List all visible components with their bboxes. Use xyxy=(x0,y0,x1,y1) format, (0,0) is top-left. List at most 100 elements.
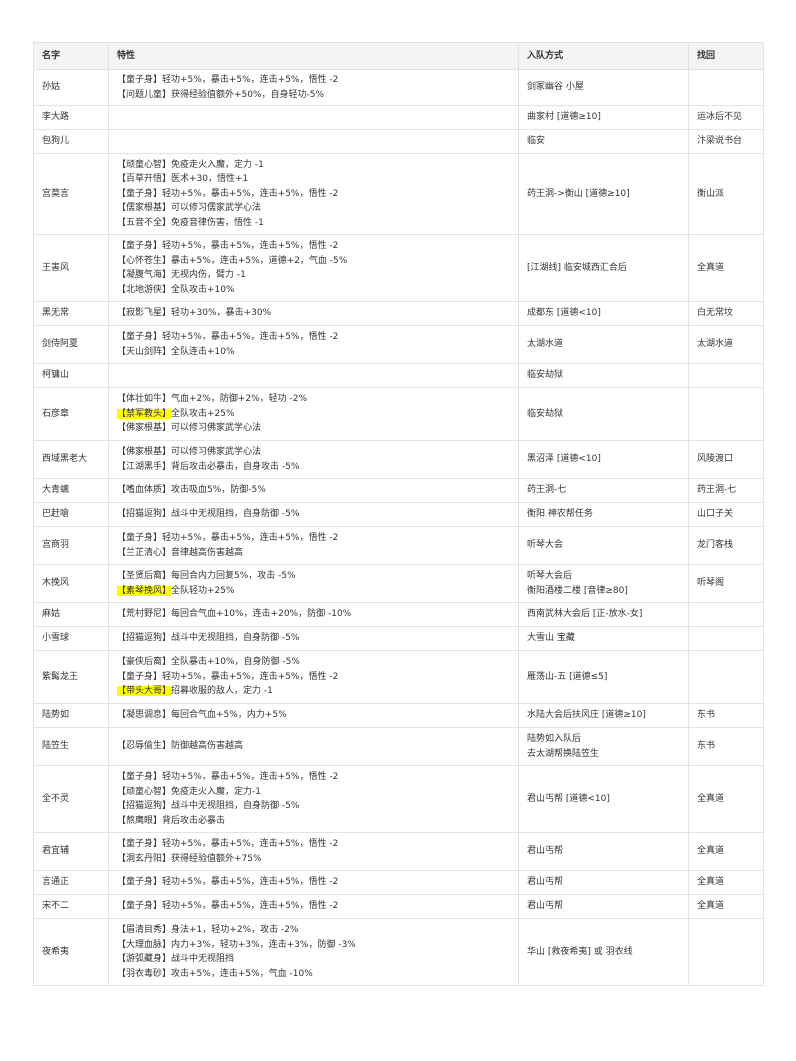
traits-cell: 【佛家根基】可以修习佛家武学心法 【江湖黑手】背后攻击必暴击，自身攻击 -5% xyxy=(108,440,519,479)
trait-tag: 【童子身】 xyxy=(117,877,163,888)
join-method-cell: 临安劫狱 xyxy=(518,387,689,441)
join-method-line: 去太湖帮换陆笠生 xyxy=(527,748,600,759)
trait-tag: 【顽童心智】 xyxy=(117,159,172,170)
trait-text: 轻功+30%，暴击+30% xyxy=(171,308,272,319)
join-method-cell: 成都东 [道德<10] xyxy=(518,301,689,326)
recover-location xyxy=(688,387,764,441)
character-name: 李大路 xyxy=(33,105,109,130)
table-row: 紫髯龙王 【豪侠后裔】全队暴击+10%，自身防御 -5% 【童子身】轻功+5%，暴击… xyxy=(33,650,764,704)
trait-tag: 【佛家根基】 xyxy=(117,447,172,457)
character-name: 宫莫言 xyxy=(33,153,109,235)
join-method-cell: 临安 xyxy=(518,129,689,154)
join-method-cell: 衡阳 神农帮任务 xyxy=(518,502,689,527)
trait-tag: 【嗜血体质】 xyxy=(117,485,172,496)
trait-line: 【羽衣毒砂】攻击+5%，连击+5%，气血 -10% xyxy=(117,967,510,982)
table-row: 陆笠生 【忍辱偷生】防御越高伤害越高 陆势如入队后 去太湖帮换陆笠生 东书 xyxy=(33,727,764,766)
character-name: 夜希夷 xyxy=(33,918,109,986)
trait-tag: 【问题儿童】 xyxy=(117,89,172,100)
table-row: 言通正 【童子身】轻功+5%，暴击+5%，连击+5%，悟性 -2 君山丐帮 全真道 xyxy=(33,870,764,895)
trait-tag: 【童子身】 xyxy=(117,901,163,912)
join-method-cell: 君山丐帮 [道德<10] xyxy=(518,765,689,833)
traits-cell: 【童子身】轻功+5%，暴击+5%，连击+5%，悟性 -2 【心怀苍生】暴击+5%，… xyxy=(108,234,519,302)
trait-text: 防御越高伤害越高 xyxy=(171,741,244,752)
trait-text: 攻击吸血5%，防御-5% xyxy=(171,485,266,496)
trait-tag: 【招猫逗狗】 xyxy=(117,633,172,644)
join-method-line: 雁荡山-五 [道德≤5] xyxy=(527,671,608,682)
traits-cell: 【招猫逗狗】战斗中无视阻挡，自身防御 -5% xyxy=(108,502,519,527)
trait-line: 【童子身】轻功+5%，暴击+5%，连击+5%，悟性 -2 xyxy=(117,187,510,202)
character-name: 紫髯龙王 xyxy=(33,650,109,704)
trait-line: 【童子身】轻功+5%，暴击+5%，连击+5%，悟性 -2 xyxy=(117,73,510,88)
traits-cell: 【豪侠后裔】全队暴击+10%，自身防御 -5% 【童子身】轻功+5%，暴击+5%，… xyxy=(108,650,519,704)
join-method-cell: 药王洞->衡山 [道德≥10] xyxy=(518,153,689,235)
traits-cell: 【童子身】轻功+5%，暴击+5%，连击+5%，悟性 -2 【洞玄丹阳】获得经验值额… xyxy=(108,832,519,871)
table-row: 黑无常 【寂影飞星】轻功+30%，暴击+30% 成都东 [道德<10] 白无常坟 xyxy=(33,301,764,326)
trait-line: 【素琴挽风】全队轻功+25% xyxy=(117,584,510,599)
traits-cell: 【童子身】轻功+5%，暴击+5%，连击+5%，悟性 -2 【问题儿童】获得经验值额… xyxy=(108,69,519,106)
join-method-cell: 西南武林大会后 [正-放水-女] xyxy=(518,602,689,627)
trait-line: 【佛家根基】可以修习佛家武学心法 xyxy=(117,445,510,460)
trait-line: 【童子身】轻功+5%，暴击+5%，连击+5%，悟性 -2 xyxy=(117,770,510,785)
table-row: 大青螭 【嗜血体质】攻击吸血5%，防御-5% 药王洞-七 药王洞-七 xyxy=(33,478,764,503)
recover-location xyxy=(688,626,764,651)
trait-tag: 【招猫逗狗】 xyxy=(117,801,172,811)
trait-text: 背后攻击必暴击，自身攻击 -5% xyxy=(171,461,300,472)
join-method-line: 大雪山 宝藏 xyxy=(527,633,575,644)
trait-text: 轻功+5%，暴击+5%，连击+5%，悟性 -2 xyxy=(162,332,339,342)
join-method-cell: 黑沼泽 [道德<10] xyxy=(518,440,689,479)
character-name: 西域黑老大 xyxy=(33,440,109,479)
trait-text: 攻击+5%，连击+5%，气血 -10% xyxy=(171,968,313,979)
traits-cell: 【童子身】轻功+5%，暴击+5%，连击+5%，悟性 -2 xyxy=(108,870,519,895)
trait-text: 获得经验值额外+75% xyxy=(171,853,262,864)
traits-cell: 【凝思调息】每回合气血+5%，内力+5% xyxy=(108,703,519,728)
trait-tag: 【儒家根基】 xyxy=(117,203,172,214)
trait-line: 【眉清目秀】身法+1，轻功+2%，攻击 -2% xyxy=(117,923,510,938)
trait-line: 【百草开悟】医术+30，悟性+1 xyxy=(117,172,510,187)
join-method-line: 听琴大会 xyxy=(527,540,564,551)
join-method-line: 君山丐帮 xyxy=(527,877,564,888)
trait-text: 每回合气血+10%，连击+20%，防御 -10% xyxy=(171,609,352,620)
trait-tag: 【凝腹气海】 xyxy=(117,270,172,280)
table-row: 全不灵 【童子身】轻功+5%，暴击+5%，连击+5%，悟性 -2 【顽童心智】免疫走… xyxy=(33,765,764,833)
trait-line: 【童子身】轻功+5%，暴击+5%，连击+5%，悟性 -2 xyxy=(117,899,510,914)
recover-location xyxy=(688,363,764,388)
traits-cell: 【圣贤后裔】每回合内力回复5%，攻击 -5% 【素琴挽风】全队轻功+25% xyxy=(108,564,519,603)
trait-line: 【凝腹气海】无视内伤，臂力 -1 xyxy=(117,268,510,283)
trait-tag: 【洞玄丹阳】 xyxy=(117,853,172,864)
header-name: 名字 xyxy=(33,42,109,70)
traits-cell: 【嗜血体质】攻击吸血5%，防御-5% xyxy=(108,478,519,503)
recover-location xyxy=(688,650,764,704)
trait-line: 【熬鹰眼】背后攻击必暴击 xyxy=(117,814,510,829)
recover-location: 药王洞-七 xyxy=(688,478,764,503)
trait-text: 全队轻功+25% xyxy=(171,585,235,596)
trait-text: 轻功+5%，暴击+5%，连击+5%，悟性 -2 xyxy=(162,901,339,912)
character-name: 王害风 xyxy=(33,234,109,302)
trait-tag: 【童子身】 xyxy=(117,332,163,342)
trait-line: 【顽童心智】免疫走火入魔，定力 -1 xyxy=(117,158,510,173)
traits-cell: 【童子身】轻功+5%，暴击+5%，连击+5%，悟性 -2 【顽童心智】免疫走火入魔… xyxy=(108,765,519,833)
recover-location: 白无常坟 xyxy=(688,301,764,326)
trait-line: 【招猫逗狗】战斗中无视阻挡，自身防御 -5% xyxy=(117,507,510,522)
traits-cell: 【忍辱偷生】防御越高伤害越高 xyxy=(108,727,519,766)
table-row: 王害风 【童子身】轻功+5%，暴击+5%，连击+5%，悟性 -2 【心怀苍生】暴击+… xyxy=(33,234,764,302)
trait-line: 【童子身】轻功+5%，暴击+5%，连击+5%，悟性 -2 xyxy=(117,670,510,685)
trait-tag: 【童子身】 xyxy=(117,533,163,543)
join-method-cell: 曲家村 [道德≥10] xyxy=(518,105,689,130)
trait-tag: 【童子身】 xyxy=(117,75,163,85)
table-row: 宫商羽 【童子身】轻功+5%，暴击+5%，连击+5%，悟性 -2 【兰芷清心】音律越… xyxy=(33,526,764,565)
recover-location: 全真道 xyxy=(688,832,764,871)
trait-text: 无视内伤，臂力 -1 xyxy=(171,270,246,280)
traits-cell: 【童子身】轻功+5%，暴击+5%，连击+5%，悟性 -2 【兰芷清心】音律越高伤害… xyxy=(108,526,519,565)
join-method-line: 华山 [救夜希夷] 或 羽衣线 xyxy=(527,946,633,957)
character-name: 君宜辅 xyxy=(33,832,109,871)
trait-text: 每回合内力回复5%，攻击 -5% xyxy=(171,571,296,581)
recover-location: 汴梁说书台 xyxy=(688,129,764,154)
join-method-line: 君山丐帮 [道德<10] xyxy=(527,793,610,804)
trait-text: 内力+3%，轻功+3%，连击+3%，防御 -3% xyxy=(171,939,356,950)
join-method-line: 君山丐帮 xyxy=(527,846,564,857)
recover-location: 太湖水道 xyxy=(688,325,764,364)
traits-cell: 【童子身】轻功+5%，暴击+5%，连击+5%，悟性 -2 xyxy=(108,894,519,919)
character-name: 包狗儿 xyxy=(33,129,109,154)
header-traits: 特性 xyxy=(108,42,519,70)
trait-line: 【童子身】轻功+5%，暴击+5%，连击+5%，悟性 -2 xyxy=(117,837,510,852)
